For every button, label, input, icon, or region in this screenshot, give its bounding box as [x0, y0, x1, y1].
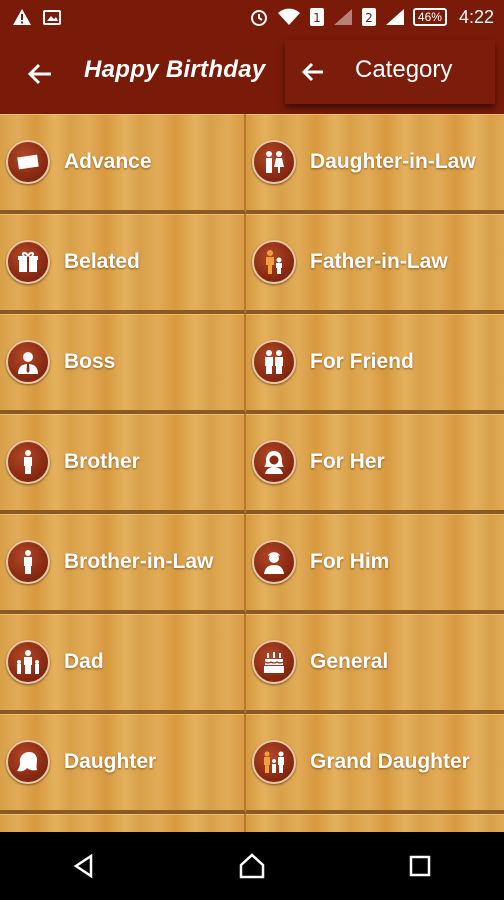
man-child-icon	[252, 240, 296, 284]
category-label: Brother-in-Law	[64, 550, 214, 573]
category-item-partial[interactable]	[0, 814, 246, 832]
battery-indicator: 46%	[412, 8, 447, 26]
wifi-icon	[277, 8, 301, 26]
image-notification-icon	[42, 8, 62, 26]
back-arrow-icon	[27, 63, 51, 85]
category-label: General	[310, 650, 389, 673]
category-item-brother[interactable]: Brother	[0, 414, 246, 514]
family-icon	[252, 740, 296, 784]
category-list: Advance Daughter-in-Law Belated Father-i…	[0, 114, 504, 832]
nav-recents-button[interactable]	[395, 841, 445, 891]
sim1-icon: 1	[309, 7, 325, 27]
back-button[interactable]	[22, 56, 58, 92]
girl-head-icon	[6, 740, 50, 784]
friends-icon	[252, 340, 296, 384]
square-recents-icon	[409, 855, 431, 877]
category-item-partial[interactable]	[246, 814, 504, 832]
person-icon	[6, 440, 50, 484]
category-item-advance[interactable]: Advance	[0, 114, 246, 214]
dad-child-icon	[6, 640, 50, 684]
category-item-dad[interactable]: Dad	[0, 614, 246, 714]
category-back-button[interactable]	[297, 56, 329, 88]
warning-icon	[12, 8, 32, 26]
person-icon	[6, 540, 50, 584]
back-arrow-icon	[301, 62, 323, 82]
gift-icon	[6, 240, 50, 284]
category-label: For Friend	[310, 350, 414, 373]
category-item-for-friend[interactable]: For Friend	[246, 314, 504, 414]
triangle-back-icon	[73, 853, 93, 879]
category-item-belated[interactable]: Belated	[0, 214, 246, 314]
couple-icon	[252, 140, 296, 184]
category-label: For Her	[310, 450, 385, 473]
alarm-icon	[249, 7, 269, 27]
category-label: Belated	[64, 250, 140, 273]
category-header: Category	[285, 40, 495, 104]
boss-icon	[6, 340, 50, 384]
navigation-bar	[0, 832, 504, 900]
category-item-brother-in-law[interactable]: Brother-in-Law	[0, 514, 246, 614]
category-item-for-him[interactable]: For Him	[246, 514, 504, 614]
category-title: Category	[355, 56, 453, 83]
category-label: Advance	[64, 150, 152, 173]
category-label: Father-in-Law	[310, 250, 448, 273]
status-bar: 1 2 46% 4:22	[0, 0, 504, 34]
category-item-grand-daughter[interactable]: Grand Daughter	[246, 714, 504, 814]
man-icon	[252, 540, 296, 584]
home-icon	[239, 853, 265, 879]
clock: 4:22	[458, 6, 494, 27]
category-item-daughter[interactable]: Daughter	[0, 714, 246, 814]
signal-icon	[385, 8, 405, 26]
category-item-general[interactable]: General	[246, 614, 504, 714]
category-item-for-her[interactable]: For Her	[246, 414, 504, 514]
category-label: Brother	[64, 450, 140, 473]
sim2-icon: 2	[361, 7, 377, 27]
card-icon	[6, 140, 50, 184]
category-label: Daughter	[64, 750, 157, 773]
category-item-father-in-law[interactable]: Father-in-Law	[246, 214, 504, 314]
cake-icon	[252, 640, 296, 684]
category-label: Grand Daughter	[310, 750, 470, 773]
category-label: For Him	[310, 550, 390, 573]
category-label: Dad	[64, 650, 104, 673]
svg-text:2: 2	[365, 11, 373, 25]
signal-icon	[333, 8, 353, 26]
app-title: Happy Birthday	[84, 56, 266, 83]
woman-icon	[252, 440, 296, 484]
category-item-daughter-in-law[interactable]: Daughter-in-Law	[246, 114, 504, 214]
nav-back-button[interactable]	[59, 841, 109, 891]
svg-text:1: 1	[313, 11, 321, 25]
nav-home-button[interactable]	[227, 841, 277, 891]
category-label: Daughter-in-Law	[310, 150, 476, 173]
category-item-boss[interactable]: Boss	[0, 314, 246, 414]
category-label: Boss	[64, 350, 116, 373]
